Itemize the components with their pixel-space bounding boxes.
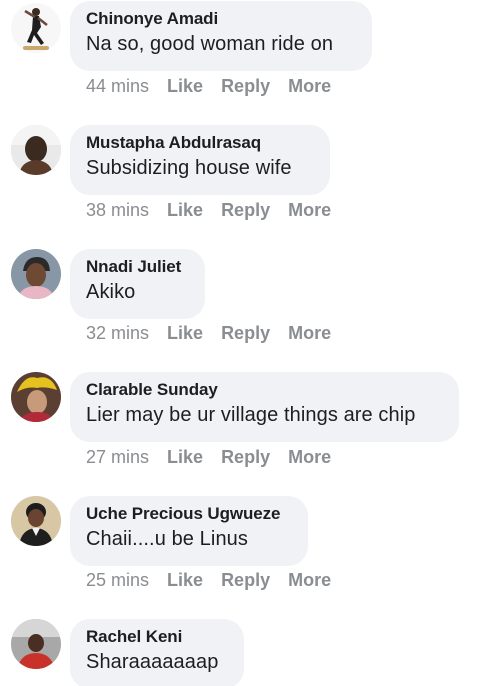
- avatar[interactable]: [11, 249, 61, 299]
- comment-bubble: Uche Precious Ugwueze Chaii....u be Linu…: [70, 496, 308, 566]
- comment-time: 38 mins: [86, 200, 150, 220]
- avatar[interactable]: [11, 496, 61, 546]
- comment-bubble: Chinonye Amadi Na so, good woman ride on: [70, 1, 372, 71]
- comment-author[interactable]: Nnadi Juliet: [86, 256, 189, 278]
- avatar[interactable]: [11, 125, 61, 175]
- avatar[interactable]: [11, 3, 61, 53]
- comment-text: Subsidizing house wife: [86, 157, 292, 179]
- comment-actions: 32 mins Like Reply More: [86, 322, 331, 344]
- comment-actions: 25 mins Like Reply More: [86, 569, 331, 591]
- comment-time: 27 mins: [86, 447, 150, 467]
- comment-text: Lier may be ur village things are chip: [86, 404, 416, 426]
- comment-actions: 38 mins Like Reply More: [86, 199, 331, 221]
- avatar[interactable]: [11, 619, 61, 669]
- avatar-child-uniform-icon: [11, 496, 61, 546]
- more-button[interactable]: More: [288, 570, 331, 590]
- avatar-woman-yellow-hat-icon: [11, 372, 61, 422]
- avatar-woman-dancing-icon: [11, 3, 61, 53]
- comment-time: 25 mins: [86, 570, 150, 590]
- avatar[interactable]: [11, 372, 61, 422]
- reply-button[interactable]: Reply: [221, 323, 270, 343]
- comment-author[interactable]: Chinonye Amadi: [86, 8, 356, 30]
- like-button[interactable]: Like: [167, 76, 203, 96]
- comment-bubble: Rachel Keni Sharaaaaaaap: [70, 619, 244, 686]
- comment-time: 32 mins: [86, 323, 150, 343]
- like-button[interactable]: Like: [167, 200, 203, 220]
- comment-bubble: Mustapha Abdulrasaq Subsidizing house wi…: [70, 125, 330, 195]
- comment-bubble: Nnadi Juliet Akiko: [70, 249, 205, 319]
- comment-actions: 44 mins Like Reply More: [86, 75, 331, 97]
- comment-author[interactable]: Mustapha Abdulrasaq: [86, 132, 314, 154]
- more-button[interactable]: More: [288, 323, 331, 343]
- like-button[interactable]: Like: [167, 570, 203, 590]
- like-button[interactable]: Like: [167, 447, 203, 467]
- comment-bubble: Clarable Sunday Lier may be ur village t…: [70, 372, 459, 442]
- comment-text: Sharaaaaaaap: [86, 651, 219, 673]
- avatar-woman-red-icon: [11, 619, 61, 669]
- reply-button[interactable]: Reply: [221, 76, 270, 96]
- comment-actions: 27 mins Like Reply More: [86, 446, 331, 468]
- comment-text: Akiko: [86, 281, 136, 303]
- reply-button[interactable]: Reply: [221, 447, 270, 467]
- more-button[interactable]: More: [288, 447, 331, 467]
- comment-text: Chaii....u be Linus: [86, 528, 248, 550]
- comment-author[interactable]: Rachel Keni: [86, 626, 228, 648]
- more-button[interactable]: More: [288, 200, 331, 220]
- like-button[interactable]: Like: [167, 323, 203, 343]
- avatar-man-icon: [11, 125, 61, 175]
- avatar-woman-headwrap-icon: [11, 249, 61, 299]
- comment-author[interactable]: Uche Precious Ugwueze: [86, 503, 292, 525]
- reply-button[interactable]: Reply: [221, 200, 270, 220]
- reply-button[interactable]: Reply: [221, 570, 270, 590]
- comment-author[interactable]: Clarable Sunday: [86, 379, 443, 401]
- more-button[interactable]: More: [288, 76, 331, 96]
- comment-time: 44 mins: [86, 76, 150, 96]
- comment-text: Na so, good woman ride on: [86, 33, 334, 55]
